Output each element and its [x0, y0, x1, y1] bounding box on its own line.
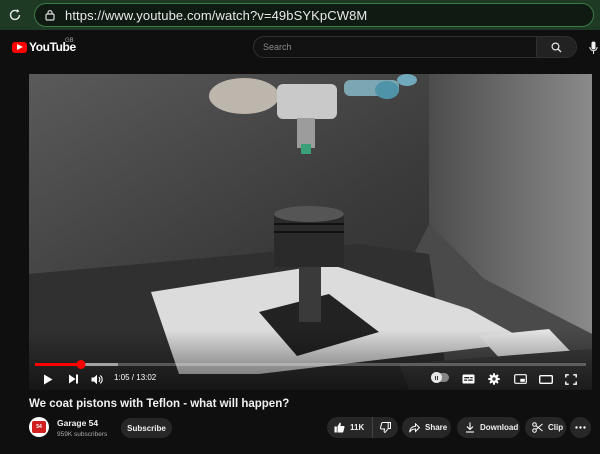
dislike-button[interactable] [373, 417, 398, 438]
miniplayer-icon [513, 374, 527, 384]
settings-button[interactable] [487, 371, 501, 387]
autoplay-toggle[interactable] [431, 372, 449, 383]
subscriber-count: 959K subscribers [57, 431, 108, 438]
play-button[interactable] [41, 371, 55, 387]
search-box [253, 36, 577, 58]
search-icon [551, 41, 562, 52]
settings-icon [488, 373, 500, 385]
youtube-play-logo-icon [12, 41, 27, 53]
clip-label: Clip [548, 423, 564, 432]
like-button[interactable]: 11K [327, 417, 373, 438]
search-input[interactable] [254, 37, 536, 57]
address-bar[interactable]: https://www.youtube.com/watch?v=49bSYKpC… [34, 3, 594, 27]
like-count: 11K [350, 423, 365, 432]
channel-name[interactable]: Garage 54 [57, 418, 98, 428]
time-display: 1:05 / 13:02 [114, 373, 157, 382]
download-button[interactable]: Download [457, 417, 520, 438]
play-icon [44, 374, 53, 384]
thumbs-up-icon [334, 422, 345, 433]
miniplayer-button[interactable] [513, 371, 527, 387]
subscribe-button[interactable]: Subscribe [121, 418, 172, 438]
lock-icon [43, 8, 57, 22]
clip-button[interactable]: Clip [525, 417, 566, 438]
share-button[interactable]: Share [402, 417, 451, 438]
theater-mode-button[interactable] [538, 371, 554, 387]
scrubber-handle[interactable] [76, 360, 86, 369]
browser-toolbar: https://www.youtube.com/watch?v=49bSYKpC… [0, 0, 600, 30]
reload-button[interactable] [0, 0, 30, 30]
url-text: https://www.youtube.com/watch?v=49bSYKpC… [65, 7, 368, 23]
region-code: GB [65, 38, 74, 44]
youtube-header: YouTube GB [0, 30, 600, 66]
more-actions-button[interactable] [570, 417, 591, 438]
subtitles-icon [462, 374, 474, 384]
voice-search-button[interactable] [586, 39, 600, 57]
download-icon [466, 422, 474, 433]
volume-icon [91, 374, 103, 384]
fullscreen-icon [565, 373, 577, 385]
mic-icon [588, 41, 598, 54]
channel-logo: 54 [32, 421, 46, 433]
search-button[interactable] [536, 37, 576, 57]
subtitles-button[interactable] [461, 371, 475, 387]
like-dislike-group: 11K [327, 417, 398, 438]
share-label: Share [425, 423, 448, 432]
played-bar [35, 363, 81, 366]
video-title: We coat pistons with Teflon - what will … [29, 398, 290, 410]
share-icon [409, 422, 420, 433]
download-label: Download [480, 423, 519, 432]
video-player[interactable]: 1:05 / 13:02 [29, 74, 592, 390]
scissors-icon [532, 422, 543, 433]
fullscreen-button[interactable] [564, 371, 578, 387]
pause-icon [431, 372, 442, 383]
avatar-text: 54 [36, 424, 42, 430]
avatar[interactable]: 54 [29, 417, 49, 437]
theater-icon [539, 374, 553, 384]
more-icon [575, 426, 586, 429]
thumbs-down-icon [380, 422, 391, 433]
next-button[interactable] [66, 371, 80, 387]
volume-button[interactable] [90, 371, 104, 387]
next-icon [68, 374, 78, 384]
progress-bar[interactable] [35, 360, 586, 369]
reload-icon [9, 9, 21, 21]
